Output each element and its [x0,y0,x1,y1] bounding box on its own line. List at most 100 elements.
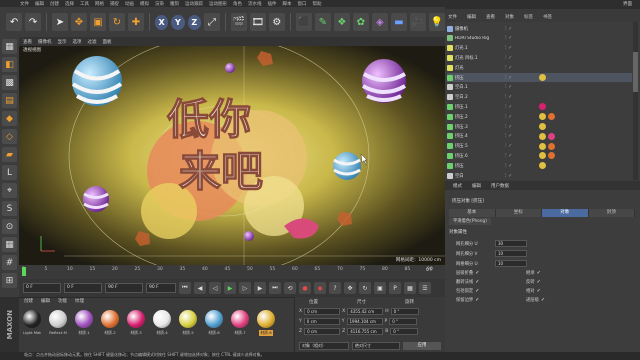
checkbox-option[interactable]: 保留边界 ✓ [456,297,479,303]
end-frame-field[interactable]: 90 F [105,283,143,293]
x-axis-lock-button[interactable]: X [154,14,169,30]
axis-mode-icon[interactable]: L [2,165,17,180]
object-name[interactable]: 空白 [455,173,507,179]
object-menu-item[interactable]: 标签 [524,14,533,20]
menu-item[interactable]: 选择 [65,1,74,7]
auto-key-icon[interactable]: ◉ [314,282,326,294]
next-frame-icon[interactable]: ▷ [239,282,251,294]
attribute-tab[interactable]: 封顶 [588,209,635,217]
material-swatch[interactable]: 材质.1 [73,310,95,336]
texture-mode-icon[interactable]: ▩ [2,75,17,90]
play-icon[interactable]: ▶ [224,282,236,294]
position-field[interactable]: 0 cm [303,318,340,325]
object-name[interactable]: 挤压.2 [455,114,507,120]
object-row[interactable]: 挤压.1 ⁝ ✓ [447,102,632,111]
cube-primitive-icon[interactable]: ⬛ [295,13,312,31]
viewport-menu-item[interactable]: 显示 [58,39,67,45]
material-menu-item[interactable]: 功能 [58,298,67,304]
object-row[interactable]: 挤压 ⁝ ✓ [447,73,632,82]
material-tag-icon[interactable] [539,74,546,81]
object-row[interactable]: 挤压.4 ⁝ ✓ [447,132,632,141]
deformer-icon[interactable]: ◈ [371,13,388,31]
object-name[interactable]: 挤压 [455,75,507,81]
planar-workplane-icon[interactable]: ▦ [2,237,17,252]
snap-icon[interactable]: S [2,201,17,216]
object-name[interactable]: 挤压.5 [455,143,507,149]
parameter-value-field[interactable]: 10 [495,250,527,257]
material-menu-item[interactable]: 编辑 [41,298,50,304]
visibility-toggle-icon[interactable]: ⁝ ✓ [505,45,512,51]
edge-mode-icon[interactable]: ◇ [2,129,17,144]
timeline-ruler[interactable]: 051015202530354045505560657075808590 [22,267,442,276]
parameter-value-field[interactable]: 10 [495,260,527,267]
spline-pen-icon[interactable]: ✎ [314,13,331,31]
move-tool-icon[interactable]: ✥ [70,13,87,31]
checkbox-option[interactable]: 翻转法线 ✓ [456,279,479,285]
material-tag-icon[interactable] [548,142,555,150]
key-position-icon[interactable]: ✥ [344,282,356,294]
checkbox-option[interactable]: 继承 ✓ [526,270,541,276]
object-row[interactable]: 灯光 ⁝ ✓ [447,63,632,72]
menu-item[interactable]: 窗口 [298,1,307,7]
menu-item[interactable]: 角色 [233,1,242,7]
phong-tab[interactable]: 平滑着色(Phong) [449,218,491,225]
perspective-viewport[interactable]: 低你 来吧 透视视图 网格间距：10000 cm [19,46,445,265]
menu-item[interactable]: 运动图形 [209,1,227,7]
object-row[interactable]: 挤压.3 ⁝ ✓ [447,122,632,131]
material-swatch[interactable]: 材质.7 [229,310,251,336]
render-view-icon[interactable]: 🎬 [230,13,247,31]
rotation-field[interactable]: 0 ° [390,328,419,335]
polygon-mode-icon[interactable]: ▰ [2,147,17,162]
previous-key-icon[interactable]: ◀ [194,282,206,294]
viewport-menu-item[interactable]: 查看 [23,39,32,45]
lock-workplane-icon[interactable]: ⊙ [2,219,17,234]
size-mode-dropdown[interactable]: 绝对尺寸 [352,342,400,350]
apply-button[interactable]: 应用 [403,342,441,350]
visibility-toggle-icon[interactable]: ⁝ ✓ [505,133,512,139]
menu-item[interactable]: 动画 [125,1,134,7]
menu-item[interactable]: 创建 [50,1,59,7]
attribute-menu-item[interactable]: 模式 [453,183,462,189]
size-field[interactable]: 1994.104 cm [346,318,383,325]
start-frame-field[interactable]: 0 F [23,283,61,293]
menu-item[interactable]: 工具 [80,1,89,7]
material-tag-icon[interactable] [548,152,555,160]
select-cursor-icon[interactable]: ➤ [51,13,68,31]
solo-icon[interactable]: ⊞ [2,273,17,288]
object-name[interactable]: 灯光 [455,65,507,71]
object-menu-item[interactable]: 书签 [543,14,552,20]
object-name[interactable]: 挤压.4 [455,133,507,139]
object-name[interactable]: 灯光.1 [455,45,507,51]
visibility-toggle-icon[interactable]: ⁝ ✓ [505,65,512,71]
coordinate-system-icon[interactable]: ⤢ [203,13,220,31]
object-row[interactable]: 空白 ⁝ ✓ [447,171,632,180]
menu-item[interactable]: 脚本 [283,1,292,7]
attribute-tab[interactable]: 基本 [449,209,496,217]
object-menu-item[interactable]: 编辑 [467,14,476,20]
preview-end-field[interactable]: 90 F [146,283,176,293]
material-swatch[interactable]: 材质.5 [177,310,199,336]
object-name[interactable]: 空白.2 [455,94,507,100]
rotation-field[interactable]: 0 ° [390,308,419,315]
menu-item[interactable]: 模拟 [140,1,149,7]
attribute-tab[interactable]: 对象 [542,209,589,217]
object-name[interactable]: 摄像机 [455,26,507,32]
object-row[interactable]: 空白.2 ⁝ ✓ [447,93,632,102]
light-icon[interactable]: 💡 [428,13,445,31]
material-swatch[interactable]: 材质.4 [151,310,173,336]
visibility-toggle-icon[interactable]: ⁝ ✓ [505,163,512,169]
size-field[interactable]: 4355.42 cm [347,308,384,315]
attribute-menu-item[interactable]: 用户数据 [491,183,509,189]
key-pla-icon[interactable]: ▦ [404,282,416,294]
menu-item[interactable]: 帮助 [313,1,322,7]
visibility-toggle-icon[interactable]: ⁝ ✓ [505,143,512,149]
checkbox-option[interactable]: 相对 ✓ [526,288,541,294]
object-menu-item[interactable]: 对象 [505,14,514,20]
object-row[interactable]: 挤压 ⁝ ✓ [447,161,632,170]
object-row[interactable]: 挤压.6 ⁝ ✓ [447,151,632,160]
visibility-toggle-icon[interactable]: ⁝ ✓ [505,94,512,100]
coordinate-mode-dropdown[interactable]: 对象（相对） [299,342,349,350]
material-swatch[interactable]: Reflect M [47,310,69,336]
object-row[interactable]: 空白.1 ⁝ ✓ [447,83,632,92]
position-field[interactable]: 0 cm [304,308,341,315]
